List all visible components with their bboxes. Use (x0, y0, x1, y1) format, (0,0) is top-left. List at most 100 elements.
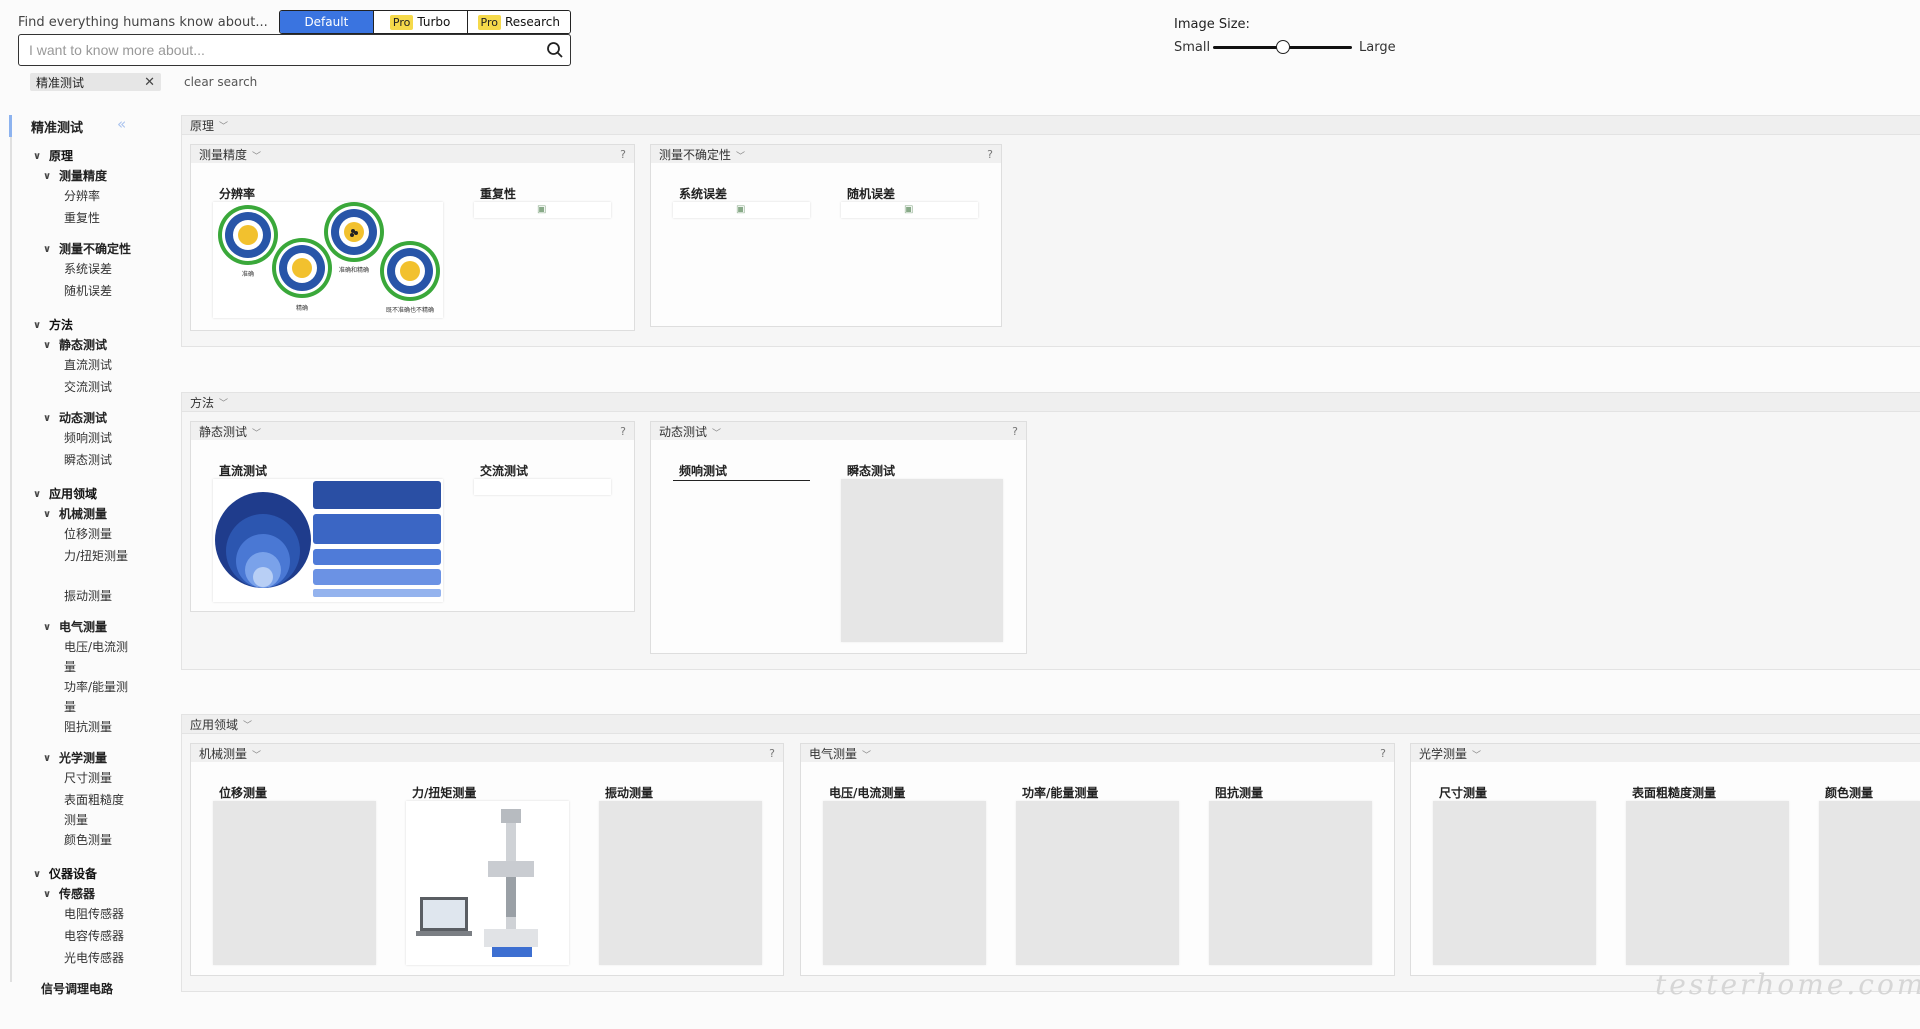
sidebar-item-leaf[interactable]: 重复性 (64, 208, 132, 228)
sidebar-item-leaf[interactable]: 功率/能量测量 (64, 677, 132, 717)
image-size-min-label: Small (1174, 40, 1211, 55)
help-icon[interactable]: ? (620, 148, 626, 161)
panel-header[interactable]: 动态测试 ﹀ ? (651, 422, 1026, 440)
panel-title: 测量不确定性 (659, 147, 732, 162)
chevron-down-icon: ﹀ (862, 750, 872, 761)
transient-test-image[interactable] (841, 479, 1003, 642)
dimension-image[interactable] (1433, 801, 1596, 965)
chevron-down-icon[interactable]: ∨ (31, 320, 43, 331)
sidebar-item-leaf[interactable]: 电容传感器 (64, 926, 132, 946)
sidebar-item-leaf[interactable]: 交流测试 (64, 377, 132, 397)
sidebar-item-leaf[interactable]: 电压/电流测量 (64, 637, 132, 677)
section-application-header[interactable]: 应用领域 ﹀ (182, 715, 1920, 734)
sidebar-item-leaf[interactable]: 位移测量 (64, 524, 132, 544)
help-icon[interactable]: ? (620, 425, 626, 438)
chevron-down-icon[interactable]: ∨ (41, 244, 53, 255)
sidebar-item-group[interactable]: ∨ 电气测量 (41, 617, 189, 637)
sidebar-item-leaf[interactable]: 分辨率 (64, 186, 132, 206)
sidebar-item-leaf[interactable]: 直流测试 (64, 355, 132, 375)
panel-header[interactable]: 静态测试 ﹀ ? (191, 422, 634, 440)
sidebar-item-leaf[interactable]: 随机误差 (64, 281, 132, 301)
sidebar-item-group[interactable]: ∨ 动态测试 (41, 408, 189, 428)
sidebar-item-label: 频响测试 (64, 431, 113, 445)
mode-turbo-button[interactable]: Pro Turbo (373, 11, 468, 33)
resolution-image[interactable]: 准确 精确 准确和精确 既不准确也不精确 (213, 202, 443, 318)
sidebar-item-leaf[interactable]: 阻抗测量 (64, 717, 132, 737)
sidebar-item-label: 应用领域 (49, 487, 98, 501)
chevron-down-icon[interactable]: ∨ (41, 171, 53, 182)
sidebar-item-leaf[interactable]: 尺寸测量 (64, 768, 132, 788)
section-principle-header[interactable]: 原理 ﹀ (182, 116, 1920, 135)
vibration-image[interactable] (599, 801, 762, 965)
sidebar-item-group[interactable]: 信号调理电路 (41, 979, 171, 999)
sidebar-item-leaf[interactable]: 光电传感器 (64, 948, 132, 968)
chevron-down-icon[interactable]: ∨ (41, 889, 53, 900)
mode-default-button[interactable]: Default (280, 11, 374, 33)
power-energy-image[interactable] (1016, 801, 1179, 965)
chevron-down-icon[interactable]: ∨ (31, 151, 43, 162)
chevron-down-icon[interactable]: ∨ (31, 489, 43, 500)
sidebar-item-label: 系统误差 (64, 262, 113, 276)
search-icon[interactable] (540, 41, 570, 59)
clear-search-button[interactable]: clear search (184, 75, 257, 89)
dc-test-image[interactable] (213, 479, 443, 602)
chevron-down-icon: ﹀ (219, 398, 229, 409)
help-icon[interactable]: ? (1012, 425, 1018, 438)
panel-header[interactable]: 测量不确定性 ﹀ ? (651, 145, 1001, 163)
impedance-image[interactable] (1209, 801, 1372, 965)
panel-title: 机械测量 (199, 746, 248, 761)
sidebar-item-leaf[interactable]: 瞬态测试 (64, 450, 132, 470)
sidebar-item-leaf[interactable]: 频响测试 (64, 428, 132, 448)
sidebar-item-leaf[interactable]: 力/扭矩测量 (64, 546, 132, 566)
chevron-down-icon[interactable]: ∨ (41, 509, 53, 520)
force-torque-image[interactable] (406, 801, 569, 965)
sidebar-item-section[interactable]: ∨ 原理 (31, 146, 189, 166)
panel-header[interactable]: 机械测量 ﹀ ? (191, 744, 783, 762)
ac-test-image[interactable] (474, 479, 611, 495)
systematic-error-image[interactable]: ▣ (673, 202, 810, 218)
chevron-down-icon: ﹀ (252, 151, 262, 162)
sidebar-item-group[interactable]: ∨ 测量不确定性 (41, 239, 189, 259)
sidebar-item-label: 电阻传感器 (64, 907, 125, 921)
chevron-down-icon[interactable]: ∨ (41, 622, 53, 633)
sidebar-item-leaf[interactable]: 颜色测量 (64, 830, 132, 850)
sidebar-item-leaf[interactable]: 振动测量 (64, 586, 132, 606)
panel-header[interactable]: 电气测量 ﹀ ? (801, 744, 1394, 762)
repeatability-image[interactable]: ▣ (474, 202, 611, 218)
voltage-current-image[interactable] (823, 801, 986, 965)
test-machine-icon (416, 809, 538, 957)
surface-roughness-image[interactable] (1626, 801, 1789, 965)
sidebar-item-leaf[interactable]: 电阻传感器 (64, 904, 132, 924)
sidebar-item-group[interactable]: ∨ 静态测试 (41, 335, 189, 355)
chevron-down-icon[interactable]: ∨ (41, 753, 53, 764)
help-icon[interactable]: ? (1380, 747, 1386, 760)
sidebar-item-section[interactable]: ∨ 应用领域 (31, 484, 189, 504)
sidebar-tree: ∨ 原理 ∨ 测量精度 分辨率 重复性 ∨ 测量不确定性 系统误差 随机误差 ∨ 方法 ∨ 静态测试 直流测… (0, 0, 180, 1029)
sidebar-item-label: 电容传感器 (64, 929, 125, 943)
chevron-down-icon[interactable]: ∨ (41, 413, 53, 424)
sidebar-item-group[interactable]: ∨ 传感器 (41, 884, 189, 904)
chevron-down-icon: ﹀ (736, 151, 746, 162)
help-icon[interactable]: ? (987, 148, 993, 161)
sidebar-item-group[interactable]: ∨ 测量精度 (41, 166, 189, 186)
random-error-image[interactable]: ▣ (841, 202, 978, 218)
card-title-frequency-response-test[interactable]: 频响测试 (673, 462, 810, 481)
panel-header[interactable]: 测量精度 ﹀ ? (191, 145, 634, 163)
sidebar-item-group[interactable]: ∨ 机械测量 (41, 504, 189, 524)
chevron-down-icon: ﹀ (1472, 750, 1482, 761)
mode-research-button[interactable]: Pro Research (467, 11, 570, 33)
sidebar-item-leaf[interactable]: 系统误差 (64, 259, 132, 279)
sidebar-item-section[interactable]: ∨ 方法 (31, 315, 189, 335)
sidebar-item-leaf[interactable]: 表面粗糙度测量 (64, 790, 132, 830)
panel-header[interactable]: 光学测量 ﹀ (1411, 744, 1920, 762)
color-measurement-image[interactable] (1819, 801, 1920, 965)
chevron-down-icon[interactable]: ∨ (41, 340, 53, 351)
section-method-header[interactable]: 方法 ﹀ (182, 393, 1920, 412)
displacement-image[interactable] (213, 801, 376, 965)
sidebar-item-group[interactable]: ∨ 光学测量 (41, 748, 189, 768)
sidebar-item-label: 直流测试 (64, 358, 113, 372)
image-size-slider-handle[interactable] (1275, 40, 1290, 54)
chevron-down-icon[interactable]: ∨ (31, 869, 43, 880)
sidebar-item-section[interactable]: ∨ 仪器设备 (31, 864, 189, 884)
help-icon[interactable]: ? (769, 747, 775, 760)
